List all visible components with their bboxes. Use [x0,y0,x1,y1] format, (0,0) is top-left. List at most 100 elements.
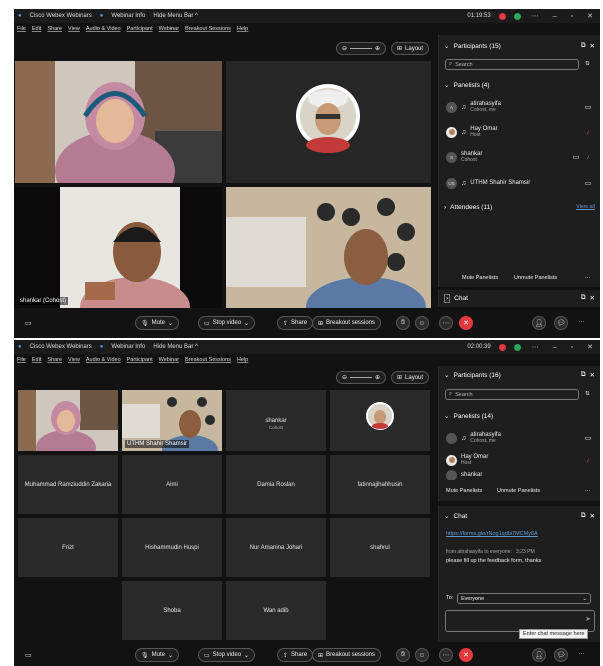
participant-tile[interactable]: Hishammudin Huspi [122,518,222,577]
hide-menu-bar-button[interactable]: Hide Menu Bar ^ [153,13,198,19]
panelists-header[interactable]: ⌄ Panelists (4) [444,79,595,91]
participant-tile[interactable]: Damia Roslan [226,455,326,514]
captions-icon[interactable]: ▭ [25,319,32,327]
popout-icon[interactable]: ⧉ [581,371,586,379]
unmute-panelists-button[interactable]: Unmute Panelists [497,488,540,494]
menu-edit[interactable]: Edit [32,26,41,32]
chevron-down-icon[interactable]: ⌄ [444,412,449,420]
menu-webinar[interactable]: Webinar [159,357,179,363]
zoom-out-icon[interactable]: ⊖ [342,45,347,52]
reactions-icon[interactable]: ☺ [415,648,429,662]
popout-icon[interactable]: ⧉ [581,294,586,302]
captions-icon[interactable]: ▭ [25,651,32,659]
more-panels-icon[interactable]: ⋯ [579,651,585,657]
more-options-icon[interactable]: ⋯ [585,275,591,281]
webinar-info-link[interactable]: Webinar Info [111,344,145,350]
participant-tile[interactable]: Wan adib [226,581,326,640]
more-icon[interactable]: ⋯ [439,316,453,330]
chevron-down-icon[interactable]: ⌄ [168,652,173,659]
popout-icon[interactable]: ⧉ [581,42,586,50]
mic-active-icon[interactable]: ♪ [584,153,592,161]
panelist-row[interactable]: ♫ Hay Omar Host ♪ [446,122,592,142]
sort-icon[interactable]: ⇅ [585,391,590,397]
menu-file[interactable]: File [17,26,26,32]
panelists-header[interactable]: ⌄ Panelists (14) [444,410,595,422]
zoom-slider[interactable]: ⊖ ⊕ [336,371,386,384]
panelist-row[interactable]: US ♫ UTHM Shahir Shamsir ▭ [446,173,592,193]
close-panel-icon[interactable]: ✕ [590,294,595,302]
end-call-button[interactable]: ✕ [459,648,473,662]
menu-participant[interactable]: Participant [127,26,153,32]
chevron-down-icon[interactable]: ⌄ [168,320,173,327]
chevron-right-icon[interactable]: › [444,204,446,211]
chevron-down-icon[interactable]: ⌄ [444,371,449,379]
chevron-down-icon[interactable]: ⌄ [244,320,249,327]
panelist-row[interactable]: shankar [446,470,592,480]
stop-video-button[interactable]: ▭ Stop video ⌄ [198,316,256,330]
participants-icon[interactable]: 👤︎ [532,648,546,662]
panelist-row[interactable]: ♫ atirahasyifa Cohost, me ▭ [446,428,592,448]
video-tile-shankar[interactable]: shankar Cohost [226,390,326,451]
participant-tile[interactable]: Muhammad Ramziuddin Zakaria [18,455,118,514]
attendees-header[interactable]: › Attendees (11) View all [444,201,595,213]
menu-view[interactable]: View [68,26,80,32]
send-icon[interactable]: ➤ [585,615,591,623]
info-icon[interactable]: ● [100,344,104,350]
chevron-down-icon[interactable]: ⌄ [444,42,449,50]
video-tile-uthm-shahir[interactable] [226,187,431,308]
panelist-row[interactable]: Hay Omar Host ♪ [446,450,592,470]
menu-edit[interactable]: Edit [32,357,41,363]
participant-tile[interactable]: Aimi [122,455,222,514]
participant-tile[interactable]: Shoba [122,581,222,640]
more-icon[interactable]: ⋯ [529,343,542,351]
zoom-in-icon[interactable]: ⊕ [375,374,380,381]
menu-breakout[interactable]: Breakout Sessions [185,357,231,363]
share-button[interactable]: ⇪ Share [277,648,314,662]
mute-panelists-button[interactable]: Mute Panelists [462,275,498,281]
participants-icon[interactable]: 👤︎ [532,316,546,330]
breakout-sessions-button[interactable]: ⊞ Breakout sessions [312,316,382,330]
close-icon[interactable]: ✕ [584,343,596,351]
zoom-track[interactable] [350,48,372,49]
menu-audio-video[interactable]: Audio & Video [86,357,121,363]
panelist-row[interactable]: A ♫ atirahasyifa Cohost, me ▭ [446,97,592,117]
close-panel-icon[interactable]: ✕ [590,42,595,50]
muted-mic-icon[interactable]: ♪ [584,456,592,464]
chevron-down-icon[interactable]: ⌄ [244,652,249,659]
chat-header[interactable]: › Chat ⧉ ✕ [444,292,595,304]
participant-tile[interactable]: fatinnajihahhusin [330,455,430,514]
close-panel-icon[interactable]: ✕ [590,371,595,379]
video-tile-hay-omar[interactable] [226,61,431,183]
video-tile-atirahasyifa[interactable] [15,61,222,183]
menu-webinar[interactable]: Webinar [159,26,179,32]
menu-breakout[interactable]: Breakout Sessions [185,26,231,32]
zoom-in-icon[interactable]: ⊕ [375,45,380,52]
layout-button[interactable]: ⊞ Layout [391,42,430,55]
participant-tile[interactable]: shahrul [330,518,430,577]
panelist-row[interactable]: S shankar Cohost ▭ ♪ [446,147,592,167]
raise-hand-icon[interactable]: ✋︎ [396,316,410,330]
more-panels-icon[interactable]: ⋯ [579,319,585,325]
webinar-info-link[interactable]: Webinar Info [111,13,145,19]
participant-tile[interactable]: Frizt [18,518,118,577]
video-tile-hay-omar[interactable] [330,390,430,451]
more-options-icon[interactable]: ⋯ [585,488,591,494]
more-icon[interactable]: ⋯ [439,648,453,662]
menu-audio-video[interactable]: Audio & Video [86,26,121,32]
chevron-down-icon[interactable]: ⌄ [444,81,449,89]
video-tile-shankar[interactable]: shankar (Cohost) [15,187,222,308]
share-button[interactable]: ⇪ Share [277,316,314,330]
info-icon[interactable]: ● [100,13,104,19]
menu-help[interactable]: Help [237,26,248,32]
minimize-icon[interactable]: – [550,13,560,20]
chevron-down-icon[interactable]: ⌄ [444,512,449,520]
participants-search[interactable]: ⌕ Search [445,389,579,400]
chat-icon[interactable]: 💬︎ [554,648,568,662]
zoom-slider[interactable]: ⊖ ⊕ [336,42,386,55]
minimize-icon[interactable]: – [550,344,560,351]
maximize-icon[interactable]: ▫ [568,344,576,351]
layout-button[interactable]: ⊞ Layout [391,371,430,384]
chevron-right-icon[interactable]: › [444,293,451,303]
video-tile-uthm-shahir[interactable]: UTHM Shahir Shamsir [122,390,222,451]
sort-icon[interactable]: ⇅ [585,61,590,67]
